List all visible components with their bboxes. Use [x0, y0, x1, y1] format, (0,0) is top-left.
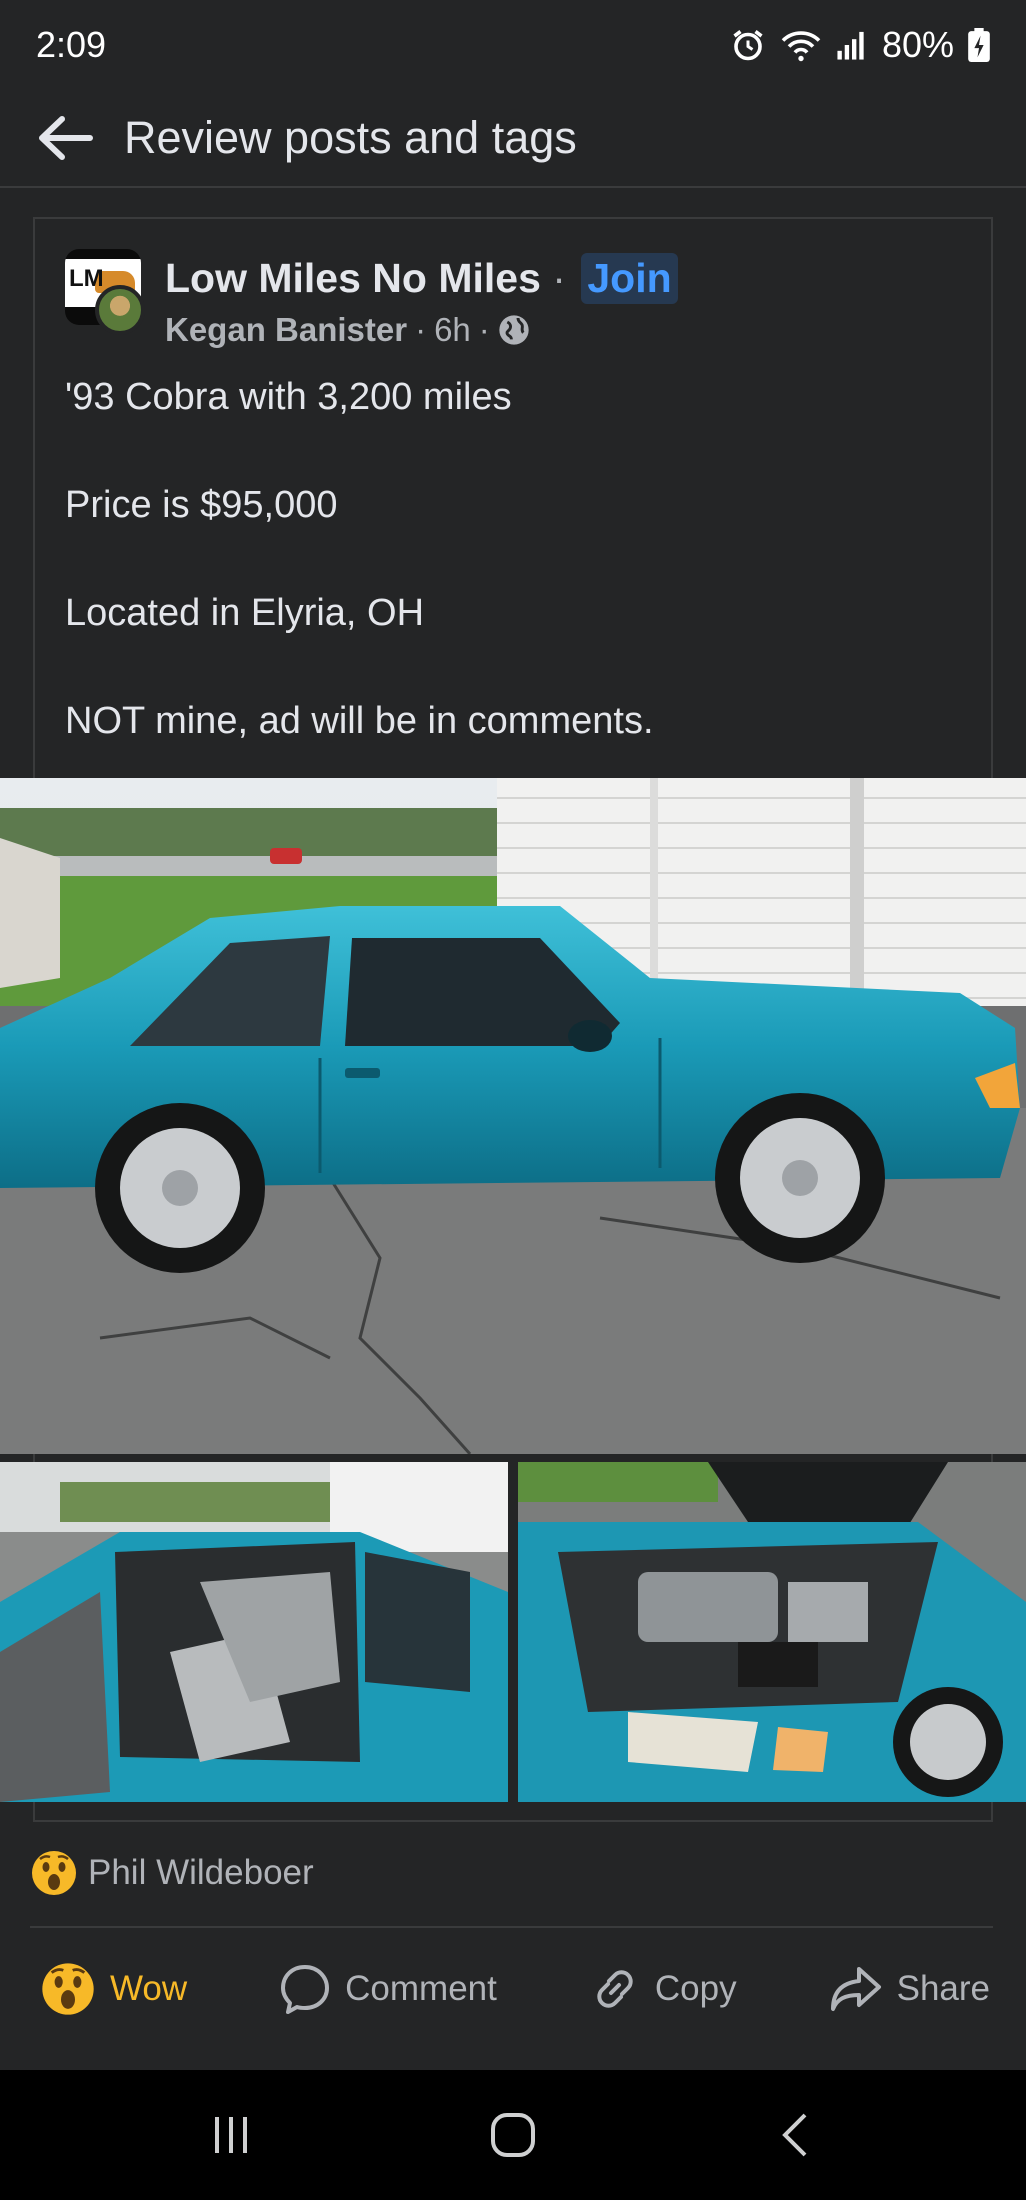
wow-emoji-icon: [42, 1963, 94, 2015]
group-name[interactable]: Low Miles No Miles: [165, 255, 541, 301]
post-author[interactable]: Kegan Banister: [165, 311, 407, 349]
app-header: Review posts and tags: [0, 90, 1026, 188]
comment-label: Comment: [345, 1969, 497, 2008]
post-text: '93 Cobra with 3,200 miles Price is $95,…: [65, 374, 965, 806]
join-button[interactable]: Join: [581, 253, 678, 304]
post-text-line: '93 Cobra with 3,200 miles: [65, 376, 512, 418]
post-text-line: Price is $95,000: [65, 484, 338, 526]
car-side-illustration: [0, 778, 1026, 1454]
copy-label: Copy: [654, 1969, 737, 2008]
arrow-left-icon: [39, 116, 93, 160]
status-time: 2:09: [36, 24, 107, 65]
link-icon: [597, 1970, 633, 2008]
post-header: LM Low Miles No Miles · Join Kegan Banis…: [65, 249, 965, 359]
globe-icon: [499, 315, 529, 345]
post-text-line: NOT mine, ad will be in comments.: [65, 700, 654, 742]
post-meta: Kegan Banister · 6h ·: [165, 311, 530, 349]
home-button[interactable]: [468, 2090, 558, 2180]
back-button[interactable]: [30, 103, 100, 173]
system-back-button[interactable]: [750, 2090, 840, 2180]
separator-dot: ·: [415, 311, 427, 348]
recent-apps-icon: [215, 2117, 247, 2153]
wow-emoji-icon: [32, 1851, 76, 1895]
wow-button[interactable]: Wow: [40, 1961, 187, 2017]
car-engine-photo[interactable]: [518, 1462, 1026, 1802]
car-interior-illustration: [0, 1462, 508, 1802]
status-bar: 2:09 80%: [0, 0, 1026, 90]
share-label: Share: [896, 1969, 990, 2008]
system-nav-bar: [0, 2070, 1026, 2200]
alarm-icon: [730, 27, 766, 63]
post-text-line: Located in Elyria, OH: [65, 592, 425, 634]
reactor-name: Phil Wildeboer: [88, 1853, 314, 1892]
share-icon: [830, 1967, 881, 2011]
user-avatar[interactable]: [95, 285, 145, 335]
battery-charging-icon: [968, 28, 990, 62]
recent-apps-button[interactable]: [186, 2090, 276, 2180]
battery-percent: 80%: [881, 24, 954, 65]
divider: [30, 1926, 993, 1928]
copy-button[interactable]: Copy: [589, 1963, 737, 2015]
comment-button[interactable]: Comment: [279, 1963, 497, 2015]
group-avatar-logo: LM: [69, 265, 104, 292]
comment-icon: [281, 1965, 330, 2014]
post-actions: Wow Comment Copy Share: [0, 1944, 1026, 2034]
car-interior-photo[interactable]: [0, 1462, 508, 1802]
wow-label: Wow: [110, 1969, 188, 2008]
status-icons: 80%: [730, 24, 990, 66]
car-side-photo[interactable]: [0, 778, 1026, 1454]
home-icon: [491, 2113, 535, 2157]
separator-dot: ·: [552, 255, 566, 301]
reaction-summary[interactable]: Phil Wildeboer: [30, 1846, 314, 1900]
wifi-icon: [780, 27, 822, 63]
signal-icon: [836, 30, 868, 60]
separator-dot: ·: [478, 311, 490, 348]
group-name-line: Low Miles No Miles · Join: [165, 253, 678, 304]
chevron-left-icon: [782, 2113, 807, 2157]
post-time[interactable]: 6h: [434, 311, 471, 349]
share-button[interactable]: Share: [829, 1963, 990, 2015]
page-title: Review posts and tags: [124, 112, 577, 163]
car-engine-illustration: [518, 1462, 1026, 1802]
